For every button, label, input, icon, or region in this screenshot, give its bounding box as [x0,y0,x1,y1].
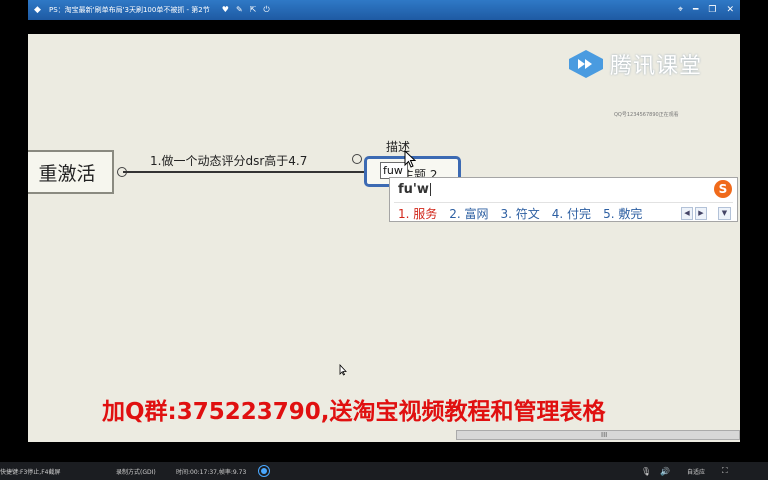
ime-candidate[interactable]: 4. 付完 [552,205,591,222]
restore-icon[interactable]: ❐ [708,5,716,15]
fullscreen-icon[interactable]: ⛶ [722,466,728,476]
mouse-pointer-icon [404,150,416,168]
scrollbar-grip[interactable]: III [601,431,607,439]
mindmap-canvas[interactable]: 腾讯课堂 QQ号1234567890正在观看 重激活 1.做一个动态评分dsr高… [28,34,740,442]
ime-prev-page-icon[interactable]: ◀ [681,207,693,220]
tencent-classroom-logo-icon [569,50,603,78]
share-icon[interactable]: ⇱ [250,5,257,15]
microphone-icon[interactable]: 🎙 [641,467,651,476]
minimize-icon[interactable]: ━ [693,5,698,15]
speaker-icon[interactable]: 🔊 [660,467,670,476]
branch-connector [123,171,366,173]
adaptive-button[interactable]: 自适应 [687,467,705,476]
record-mode: 录制方式(GDI) [116,468,156,476]
ime-composition: fu'w [398,182,431,197]
watermark-brand: 腾讯课堂 [610,54,703,79]
ime-candidate[interactable]: 5. 敷完 [603,205,642,222]
ime-candidate[interactable]: 3. 符文 [501,205,540,222]
horizontal-scrollbar[interactable]: III [456,430,740,440]
record-icon[interactable] [258,465,270,477]
mouse-cursor-icon [339,364,347,376]
sogou-logo-icon[interactable]: S [714,180,732,198]
ime-candidate-window: fu'w S 1. 服务 2. 富网 3. 符文 4. 付完 5. 敷完 ◀ ▶… [389,177,738,222]
ime-candidate-list: 1. 服务 2. 富网 3. 符文 4. 付完 5. 敷完 [398,205,642,222]
close-icon[interactable]: ✕ [726,5,734,15]
ime-candidate[interactable]: 2. 富网 [449,205,488,222]
ime-next-page-icon[interactable]: ▶ [695,207,707,220]
app-logo-icon: ◆ [34,5,41,15]
window-titlebar: ◆ PS：淘宝最新'刷单布局'3天刷100单不被抓 - 第2节 ♥ ✎ ⇱ ⏻ … [28,0,740,20]
record-time: 时间:00:17:37,帧率:9.73 [176,468,247,476]
tencent-classroom-watermark: 腾讯课堂 [568,48,702,80]
connector-dot-right[interactable] [352,154,362,164]
recorder-statusbar: 快捷键:F3停止,F4截屏 录制方式(GDI) 时间:00:17:37,帧率:9… [0,462,768,480]
promo-banner-text: 加Q群:375223790,送淘宝视频教程和管理表格 [102,399,606,425]
pin-icon[interactable]: ⌖ [678,5,683,15]
watermark-viewer-id: QQ号1234567890正在观看 [614,112,679,118]
ime-menu-icon[interactable]: ▼ [718,207,731,220]
ime-candidate[interactable]: 1. 服务 [398,205,437,222]
mindmap-root-node[interactable]: 重激活 [28,150,114,194]
edit-icon[interactable]: ✎ [236,5,243,15]
power-icon[interactable]: ⏻ [263,5,269,15]
window-title: PS：淘宝最新'刷单布局'3天刷100单不被抓 - 第2节 [49,6,210,14]
hotkey-hint: 快捷键:F3停止,F4截屏 [0,468,61,476]
branch-label[interactable]: 1.做一个动态评分dsr高于4.7 [150,152,307,169]
root-node-label: 重激活 [38,162,96,185]
heart-icon[interactable]: ♥ [222,5,229,15]
